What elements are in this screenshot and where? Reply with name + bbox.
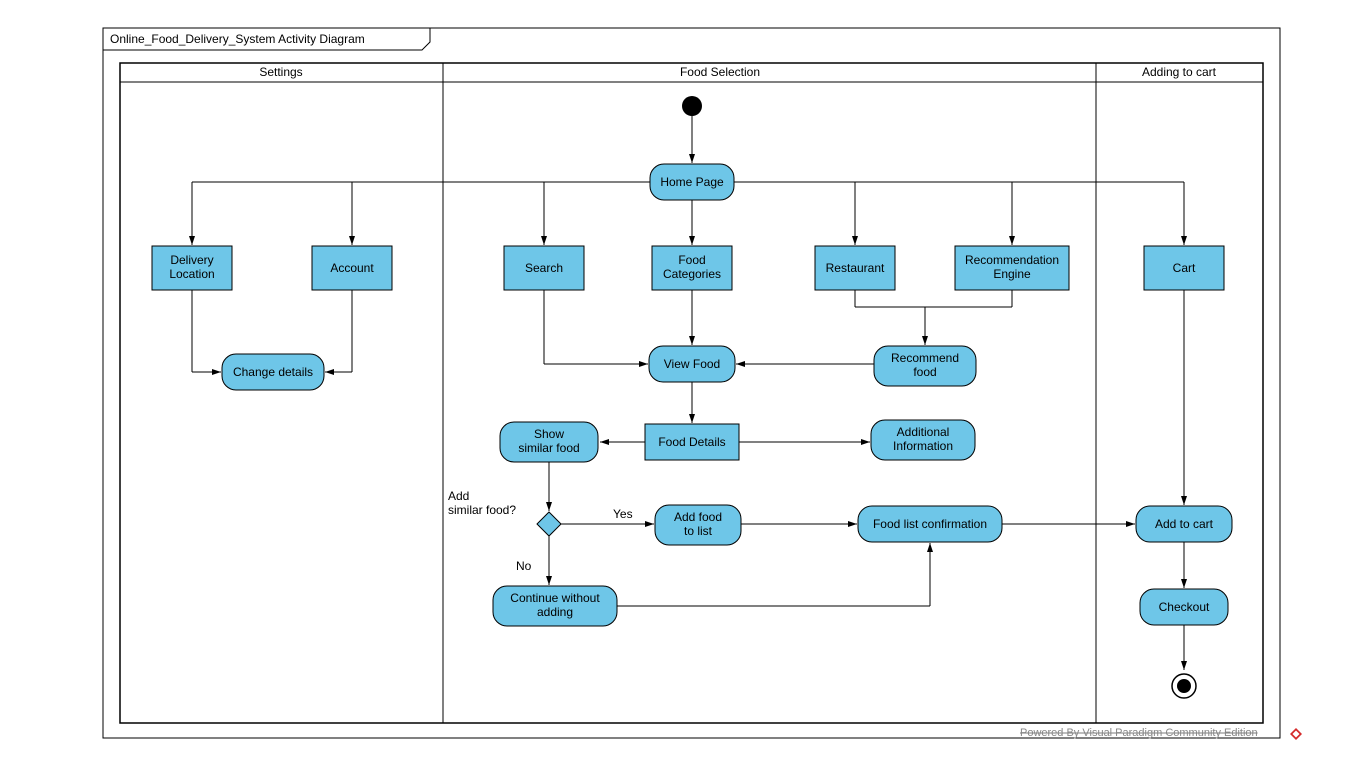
- svg-text:adding: adding: [537, 605, 573, 619]
- svg-text:Search: Search: [525, 261, 563, 275]
- lane-food-selection-header: Food Selection: [680, 65, 760, 79]
- svg-text:View Food: View Food: [664, 357, 720, 371]
- svg-text:Show: Show: [534, 427, 564, 441]
- label-no: No: [516, 559, 532, 573]
- svg-text:Additional: Additional: [897, 425, 950, 439]
- node-view-food: View Food: [649, 346, 735, 382]
- initial-node: [682, 96, 702, 116]
- node-recommend-food: Recommend food: [874, 346, 976, 386]
- node-additional-information: Additional Information: [871, 420, 975, 460]
- decision-add-similar-food: [537, 512, 561, 536]
- node-continue-without-adding: Continue without adding: [493, 586, 617, 626]
- label-yes: Yes: [613, 507, 633, 521]
- diagram-title-tab: Online_Food_Delivery_System Activity Dia…: [103, 28, 430, 50]
- watermark-text: Powered By Visual Paradigm Community Edi…: [1020, 727, 1258, 739]
- node-account: Account: [312, 246, 392, 290]
- watermark-logo-icon: [1290, 728, 1302, 740]
- activity-diagram: Online_Food_Delivery_System Activity Dia…: [0, 0, 1366, 768]
- svg-text:Categories: Categories: [663, 267, 721, 281]
- svg-text:Home Page: Home Page: [660, 175, 724, 189]
- svg-text:Change details: Change details: [233, 365, 313, 379]
- node-food-list-confirmation: Food list confirmation: [858, 506, 1002, 542]
- svg-text:Location: Location: [169, 267, 214, 281]
- lane-adding-to-cart-header: Adding to cart: [1142, 65, 1217, 79]
- node-search: Search: [504, 246, 584, 290]
- svg-text:food: food: [913, 365, 936, 379]
- decision-label-line1: Add: [448, 489, 469, 503]
- node-food-categories: Food Categories: [652, 246, 732, 290]
- node-show-similar-food: Show similar food: [500, 422, 598, 462]
- svg-text:Add food: Add food: [674, 510, 722, 524]
- svg-text:Food: Food: [678, 253, 705, 267]
- svg-text:Food list confirmation: Food list confirmation: [873, 517, 987, 531]
- svg-text:similar food: similar food: [518, 441, 579, 455]
- svg-text:Checkout: Checkout: [1159, 600, 1210, 614]
- svg-text:Information: Information: [893, 439, 953, 453]
- node-change-details: Change details: [222, 354, 324, 390]
- diagram-title: Online_Food_Delivery_System Activity Dia…: [110, 32, 365, 46]
- svg-text:Restaurant: Restaurant: [826, 261, 885, 275]
- node-delivery-location: Delivery Location: [152, 246, 232, 290]
- node-restaurant: Restaurant: [815, 246, 895, 290]
- svg-text:Continue without: Continue without: [510, 591, 600, 605]
- node-cart: Cart: [1144, 246, 1224, 290]
- svg-text:to list: to list: [684, 524, 713, 538]
- decision-label-line2: similar food?: [448, 503, 516, 517]
- node-checkout: Checkout: [1140, 589, 1228, 625]
- svg-text:Account: Account: [330, 261, 374, 275]
- node-home-page: Home Page: [650, 164, 734, 200]
- node-recommendation-engine: Recommendation Engine: [955, 246, 1069, 290]
- node-food-details: Food Details: [645, 424, 739, 460]
- final-node: [1172, 674, 1196, 698]
- svg-text:Delivery: Delivery: [170, 253, 213, 267]
- node-add-food-to-list: Add food to list: [655, 505, 741, 545]
- svg-text:Recommendation: Recommendation: [965, 253, 1059, 267]
- svg-text:Food Details: Food Details: [658, 435, 725, 449]
- svg-text:Cart: Cart: [1173, 261, 1196, 275]
- svg-text:Engine: Engine: [993, 267, 1031, 281]
- svg-text:Recommend: Recommend: [891, 351, 959, 365]
- node-add-to-cart: Add to cart: [1136, 506, 1232, 542]
- svg-text:Add to cart: Add to cart: [1155, 517, 1214, 531]
- lane-settings-header: Settings: [259, 65, 302, 79]
